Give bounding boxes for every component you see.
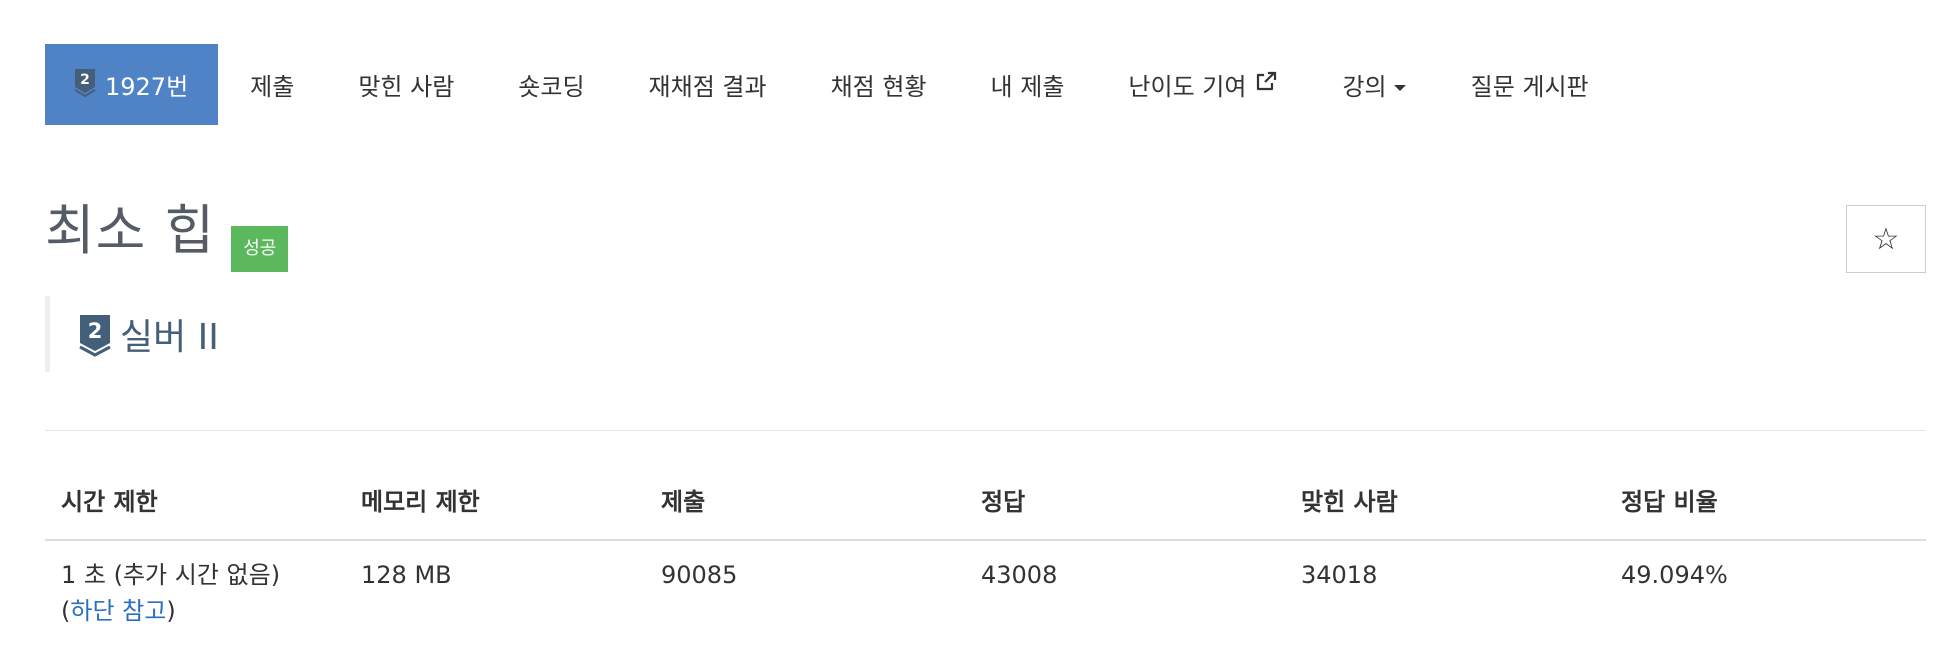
table-row: 1 초 (추가 시간 없음) (하단 참고) 128 MB 90085 4300… — [45, 541, 1926, 629]
table-header-row: 시간 제한 메모리 제한 제출 정답 맞힌 사람 정답 비율 — [45, 474, 1926, 541]
tab-lecture-label: 강의 — [1342, 73, 1387, 101]
problem-header: 최소 힙 성공 — [45, 199, 289, 272]
tab-solvers-label: 맞힌 사람 — [358, 73, 455, 101]
caret-down-icon — [1393, 71, 1407, 99]
divider — [45, 430, 1926, 431]
star-icon: ☆ — [1872, 221, 1900, 257]
time-limit-cell: 1 초 (추가 시간 없음) (하단 참고) — [45, 557, 345, 629]
tab-short-coding-label: 숏코딩 — [518, 73, 585, 101]
tab-short-coding[interactable]: 숏코딩 — [486, 44, 616, 125]
tab-my-submissions-label: 내 제출 — [990, 73, 1065, 101]
silver-tier-icon: 2 — [78, 313, 112, 361]
tab-qna-board[interactable]: 질문 게시판 — [1439, 44, 1621, 125]
header-submissions: 제출 — [661, 488, 706, 516]
svg-text:2: 2 — [88, 319, 103, 343]
problem-info-table: 시간 제한 메모리 제한 제출 정답 맞힌 사람 정답 비율 1 초 (추가 시… — [45, 474, 1926, 629]
problem-page: 2 1927번 제출 맞힌 사람 숏코딩 재채점 결과 채점 현황 내 제출 난… — [0, 0, 1936, 654]
tab-problem[interactable]: 2 1927번 — [45, 44, 219, 125]
silver-tier-icon: 2 — [73, 67, 97, 103]
star-favorite-button[interactable]: ☆ — [1846, 205, 1926, 273]
tab-difficulty-contrib-label: 난이도 기여 — [1128, 73, 1247, 101]
solvers-cell: 34018 — [1301, 561, 1378, 589]
problem-tier: 2 실버 II — [45, 296, 545, 372]
tab-status[interactable]: 채점 현황 — [799, 44, 959, 125]
submissions-cell: 90085 — [661, 561, 738, 589]
accept-ratio-cell: 49.094% — [1621, 561, 1728, 589]
header-time-limit: 시간 제한 — [61, 488, 158, 516]
tab-solvers[interactable]: 맞힌 사람 — [326, 44, 486, 125]
tab-difficulty-contrib[interactable]: 난이도 기여 — [1096, 44, 1310, 125]
header-memory-limit: 메모리 제한 — [361, 488, 480, 516]
external-link-icon — [1254, 71, 1278, 99]
status-badge: 성공 — [231, 226, 289, 272]
tab-submit-label: 제출 — [250, 73, 295, 101]
tab-submit[interactable]: 제출 — [218, 44, 326, 125]
tab-problem-label: 1927번 — [105, 73, 189, 101]
page-title: 최소 힙 — [45, 199, 216, 262]
header-accept-ratio: 정답 비율 — [1621, 488, 1718, 516]
svg-text:2: 2 — [80, 72, 90, 88]
tab-status-label: 채점 현황 — [830, 73, 927, 101]
problem-nav-tabs: 2 1927번 제출 맞힌 사람 숏코딩 재채점 결과 채점 현황 내 제출 난… — [45, 44, 1621, 125]
see-below-link[interactable]: 하단 참고 — [70, 597, 166, 625]
time-limit-suffix: ) — [166, 597, 176, 625]
tier-name[interactable]: 실버 II — [120, 308, 219, 360]
memory-limit-cell: 128 MB — [361, 561, 452, 589]
tab-rejudge[interactable]: 재채점 결과 — [617, 44, 799, 125]
tab-lecture[interactable]: 강의 — [1310, 44, 1438, 125]
header-solvers: 맞힌 사람 — [1301, 488, 1398, 516]
tab-my-submissions[interactable]: 내 제출 — [959, 44, 1097, 125]
header-accepted: 정답 — [981, 488, 1026, 516]
tab-qna-board-label: 질문 게시판 — [1470, 73, 1589, 101]
tab-rejudge-label: 재채점 결과 — [648, 73, 767, 101]
accepted-cell: 43008 — [981, 561, 1058, 589]
